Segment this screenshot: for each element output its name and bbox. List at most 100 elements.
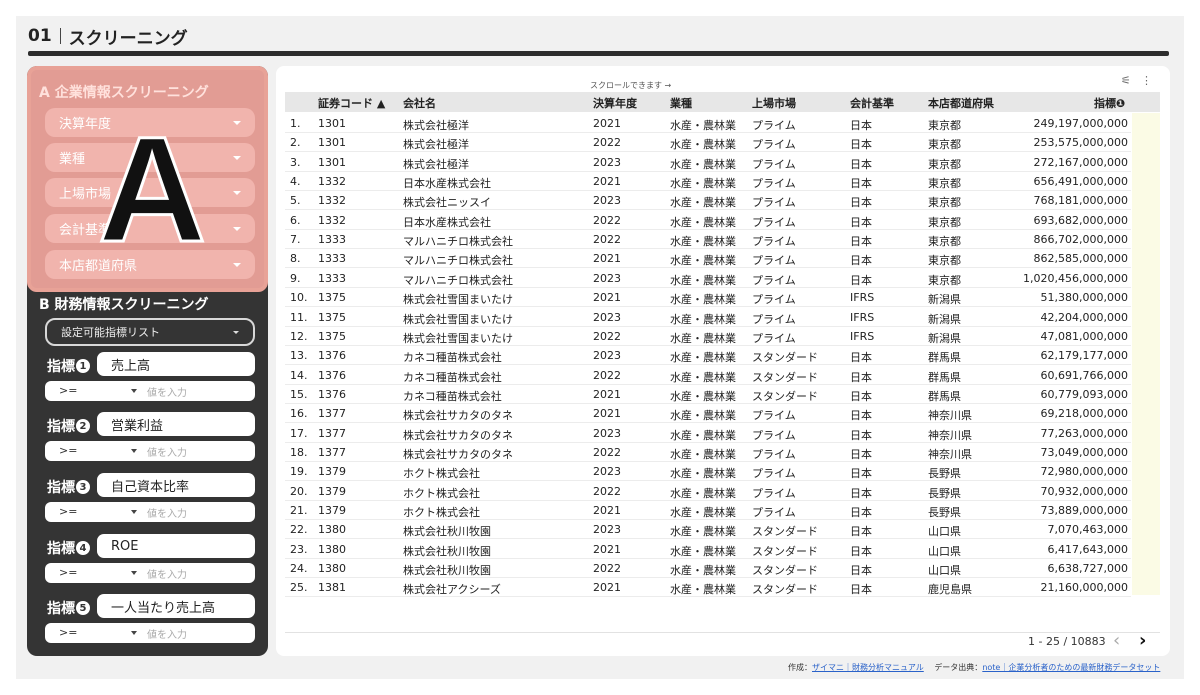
table-row[interactable]: 15. 1376 カネコ種苗株式会社 2021 水産・農林業 スタンダード 日本 群馬県 60,… <box>285 385 1131 404</box>
table-row[interactable]: 14. 1376 カネコ種苗株式会社 2022 水産・農林業 スタンダード 日本 群馬県 60,… <box>285 366 1131 385</box>
filter-settings-icon[interactable]: ⚟ <box>1121 74 1131 87</box>
cell-year: 2021 <box>593 117 621 130</box>
value-input[interactable]: 値を入力 <box>147 566 187 581</box>
cell-company: 株式会社秋川牧園 <box>403 564 491 578</box>
cell-prefecture: 東京都 <box>928 235 961 249</box>
value-input[interactable]: 値を入力 <box>147 384 187 399</box>
cell-year: 2021 <box>593 291 621 305</box>
cell-industry: 水産・農林業 <box>670 389 736 403</box>
metric-3-select[interactable]: 自己資本比率 <box>97 473 255 497</box>
metric-5-condition[interactable]: >= 値を入力 <box>45 623 255 643</box>
cell-market: プライム <box>752 119 796 132</box>
cell-metric-1: 253,575,000,000 <box>1033 136 1128 150</box>
table-row[interactable]: 23. 1380 株式会社秋川牧園 2021 水産・農林業 スタンダード 日本 山口県 6,41… <box>285 540 1131 559</box>
industry-filter[interactable]: 業種 <box>45 143 255 172</box>
caret-down-icon <box>233 227 241 231</box>
table-row[interactable]: 11. 1375 株式会社雪国まいたけ 2023 水産・農林業 プライム IFRS 新潟県 42… <box>285 308 1131 327</box>
table-row[interactable]: 17. 1377 株式会社サカタのタネ 2023 水産・農林業 プライム 日本 神奈川県 77,… <box>285 424 1131 443</box>
operator-select[interactable]: >= <box>59 444 77 457</box>
metric-4-select[interactable]: ROE <box>97 534 255 558</box>
cell-prefecture: 東京都 <box>928 177 961 191</box>
table-row[interactable]: 6. 1332 日本水産株式会社 2022 水産・農林業 プライム 日本 東京都 693,682… <box>285 211 1131 230</box>
metric-3-condition[interactable]: >= 値を入力 <box>45 502 255 522</box>
metric-2-condition[interactable]: >= 値を入力 <box>45 441 255 461</box>
metric-1-condition[interactable]: >= 値を入力 <box>45 381 255 401</box>
value-input[interactable]: 値を入力 <box>147 626 187 641</box>
fiscal-year-filter[interactable]: 決算年度 <box>45 108 255 137</box>
table-row[interactable]: 22. 1380 株式会社秋川牧園 2023 水産・農林業 スタンダード 日本 山口県 7,07… <box>285 520 1131 540</box>
table-row[interactable]: 7. 1333 マルハニチロ株式会社 2022 水産・農林業 プライム 日本 東京都 866,7… <box>285 230 1131 250</box>
listed-market-filter[interactable]: 上場市場 <box>45 178 255 207</box>
operator-select[interactable]: >= <box>59 566 77 579</box>
column-header-year[interactable]: 決算年度 <box>593 95 637 111</box>
value-input[interactable]: 値を入力 <box>147 505 187 520</box>
metric-5-label: 指標 5 <box>47 598 90 618</box>
cell-year: 2023 <box>593 194 621 208</box>
metric-1-select[interactable]: 売上高 <box>97 352 255 376</box>
accounting-standard-filter[interactable]: 会計基準 <box>45 214 255 243</box>
table-row[interactable]: 8. 1333 マルハニチロ株式会社 2021 水産・農林業 プライム 日本 東京都 862,5… <box>285 249 1131 269</box>
filter-label: 会計基準 <box>59 223 112 238</box>
more-vert-icon[interactable]: ⋮ <box>1141 74 1152 87</box>
cell-code: 1379 <box>318 484 346 498</box>
table-row[interactable]: 1. 1301 株式会社極洋 2021 水産・農林業 プライム 日本 東京都 249,197,0… <box>285 114 1131 133</box>
table-row[interactable]: 12. 1375 株式会社雪国まいたけ 2022 水産・農林業 プライム IFRS 新潟県 47… <box>285 327 1131 346</box>
column-header-prefecture[interactable]: 本店都道府県 <box>928 95 994 111</box>
value-input[interactable]: 値を入力 <box>147 444 187 459</box>
table-row[interactable]: 9. 1333 マルハニチロ株式会社 2023 水産・農林業 プライム 日本 東京都 1,020… <box>285 269 1131 288</box>
available-metrics-dropdown[interactable]: 設定可能指標リスト <box>45 318 255 346</box>
metric-4-condition[interactable]: >= 値を入力 <box>45 563 255 583</box>
prev-page-button[interactable]: ‹ <box>1113 630 1120 651</box>
cell-metric-1: 7,070,463,000 <box>1047 523 1128 537</box>
cell-standard: 日本 <box>850 486 872 500</box>
row-index: 1. <box>290 117 301 130</box>
cell-year: 2023 <box>593 523 621 537</box>
cell-industry: 水産・農林業 <box>670 312 736 326</box>
table-row[interactable]: 13. 1376 カネコ種苗株式会社 2023 水産・農林業 スタンダード 日本 群馬県 62,… <box>285 346 1131 366</box>
next-page-button[interactable]: › <box>1139 630 1146 651</box>
metric-3-label: 指標 3 <box>47 477 90 497</box>
number-badge: 5 <box>76 601 90 615</box>
table-row[interactable]: 20. 1379 ホクト株式会社 2022 水産・農林業 プライム 日本 長野県 70,932,… <box>285 482 1131 501</box>
cell-code: 1379 <box>318 465 346 479</box>
cell-company: カネコ種苗株式会社 <box>403 351 502 365</box>
table-row[interactable]: 24. 1380 株式会社秋川牧園 2022 水産・農林業 スタンダード 日本 山口県 6,63… <box>285 559 1131 579</box>
cell-market: プライム <box>752 447 796 461</box>
cell-metric-1: 1,020,456,000,000 <box>1023 271 1128 285</box>
table-row[interactable]: 3. 1301 株式会社極洋 2023 水産・農林業 プライム 日本 東京都 272,167,0… <box>285 153 1131 172</box>
table-row[interactable]: 2. 1301 株式会社極洋 2022 水産・農林業 プライム 日本 東京都 253,575,0… <box>285 133 1131 153</box>
cell-metric-1: 70,932,000,000 <box>1040 484 1128 498</box>
caret-down-icon <box>131 389 137 393</box>
operator-select[interactable]: >= <box>59 505 77 518</box>
cell-company: 株式会社サカタのタネ <box>403 447 513 461</box>
table-row[interactable]: 4. 1332 日本水産株式会社 2021 水産・農林業 プライム 日本 東京都 656,491… <box>285 172 1131 192</box>
table-row[interactable]: 5. 1332 株式会社ニッスイ 2023 水産・農林業 プライム 日本 東京都 768,181… <box>285 191 1131 211</box>
author-link[interactable]: ザイマニ｜財務分析マニュアル <box>812 663 924 672</box>
cell-code: 1376 <box>318 349 346 363</box>
metric-2-select[interactable]: 営業利益 <box>97 412 255 436</box>
table-row[interactable]: 25. 1381 株式会社アクシーズ 2021 水産・農林業 スタンダード 日本 鹿児島県 21… <box>285 578 1131 598</box>
column-header-code[interactable]: 証券コード ▲ <box>318 95 385 111</box>
column-header-standard[interactable]: 会計基準 <box>850 95 894 111</box>
title-separator <box>59 28 61 44</box>
table-row[interactable]: 10. 1375 株式会社雪国まいたけ 2021 水産・農林業 プライム IFRS 新潟県 51… <box>285 288 1131 308</box>
cell-industry: 水産・農林業 <box>670 215 736 229</box>
column-header-industry[interactable]: 業種 <box>670 95 692 111</box>
operator-select[interactable]: >= <box>59 384 77 397</box>
table-row[interactable]: 21. 1379 ホクト株式会社 2021 水産・農林業 プライム 日本 長野県 73,889,… <box>285 501 1131 520</box>
metric-5-select[interactable]: 一人当たり売上高 <box>97 594 255 618</box>
column-header-company[interactable]: 会社名 <box>403 95 436 111</box>
column-header-metric-1[interactable]: 指標❶ <box>1094 95 1125 111</box>
operator-select[interactable]: >= <box>59 626 77 639</box>
data-source-link[interactable]: note｜企業分析者のための最新財務データセット <box>982 663 1160 672</box>
table-row[interactable]: 18. 1377 株式会社サカタのタネ 2022 水産・農林業 プライム 日本 神奈川県 73,… <box>285 443 1131 462</box>
cell-metric-1: 60,779,093,000 <box>1040 387 1128 401</box>
cell-company: 日本水産株式会社 <box>403 215 491 229</box>
cell-industry: 水産・農林業 <box>670 370 736 384</box>
table-row[interactable]: 19. 1379 ホクト株式会社 2023 水産・農林業 プライム 日本 長野県 72,980,… <box>285 462 1131 482</box>
table-row[interactable]: 16. 1377 株式会社サカタのタネ 2021 水産・農林業 プライム 日本 神奈川県 69,… <box>285 404 1131 424</box>
cell-prefecture: 群馬県 <box>928 389 961 403</box>
prefecture-filter[interactable]: 本店都道府県 <box>45 250 255 279</box>
cell-code: 1380 <box>318 523 346 537</box>
column-header-market[interactable]: 上場市場 <box>752 95 796 111</box>
